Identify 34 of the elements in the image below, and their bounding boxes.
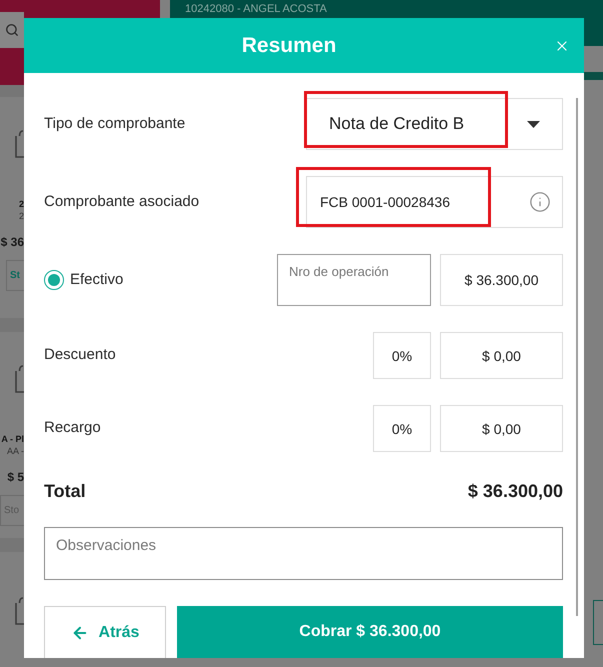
cash-radio-option[interactable]: Efectivo (44, 268, 124, 292)
amount-field[interactable]: $ 0,00 (440, 405, 563, 452)
field-label: Recargo (44, 418, 101, 438)
dialog-title: Resumen (240, 32, 338, 59)
notes-field[interactable]: Observaciones (44, 527, 563, 580)
customer-name: 10242080 - ANGEL ACOSTA (185, 3, 328, 15)
bag-icon (15, 597, 24, 625)
caret-icon (527, 120, 540, 128)
header-strip (584, 72, 603, 80)
percent-field[interactable]: 0% (373, 405, 431, 452)
field-label: Tipo de comprobante (44, 114, 186, 134)
product-price: $ 36 (0, 235, 24, 249)
product-name: 2 (18, 198, 24, 210)
search-button[interactable] (0, 12, 24, 48)
percent-field[interactable]: 0% (373, 332, 431, 379)
bag-icon (15, 365, 24, 393)
info-icon (529, 191, 551, 213)
product-code: 2 (18, 210, 24, 222)
scrollbar[interactable] (576, 98, 578, 616)
product-price: $ 5 (7, 470, 24, 484)
operation-number-field[interactable]: Nro de operación (277, 254, 431, 306)
product-name: A - Pl (1, 433, 24, 445)
field-label: Comprobante asociado (44, 192, 200, 212)
amount-field[interactable]: $ 36.300,00 (440, 254, 563, 306)
total-amount: $ 36.300,00 (468, 480, 563, 502)
field-label: Descuento (44, 345, 116, 366)
amount-field[interactable]: $ 0,00 (440, 332, 563, 379)
voucher-type-select[interactable]: Nota de Credito B (306, 98, 563, 150)
total-label: Total (44, 480, 86, 502)
product-code: AA - (6, 445, 24, 457)
search-icon (5, 23, 19, 37)
outlined-button[interactable] (593, 600, 603, 645)
bag-icon (15, 130, 24, 158)
associated-voucher-field[interactable]: FCB 0001-00028436 (306, 176, 563, 228)
